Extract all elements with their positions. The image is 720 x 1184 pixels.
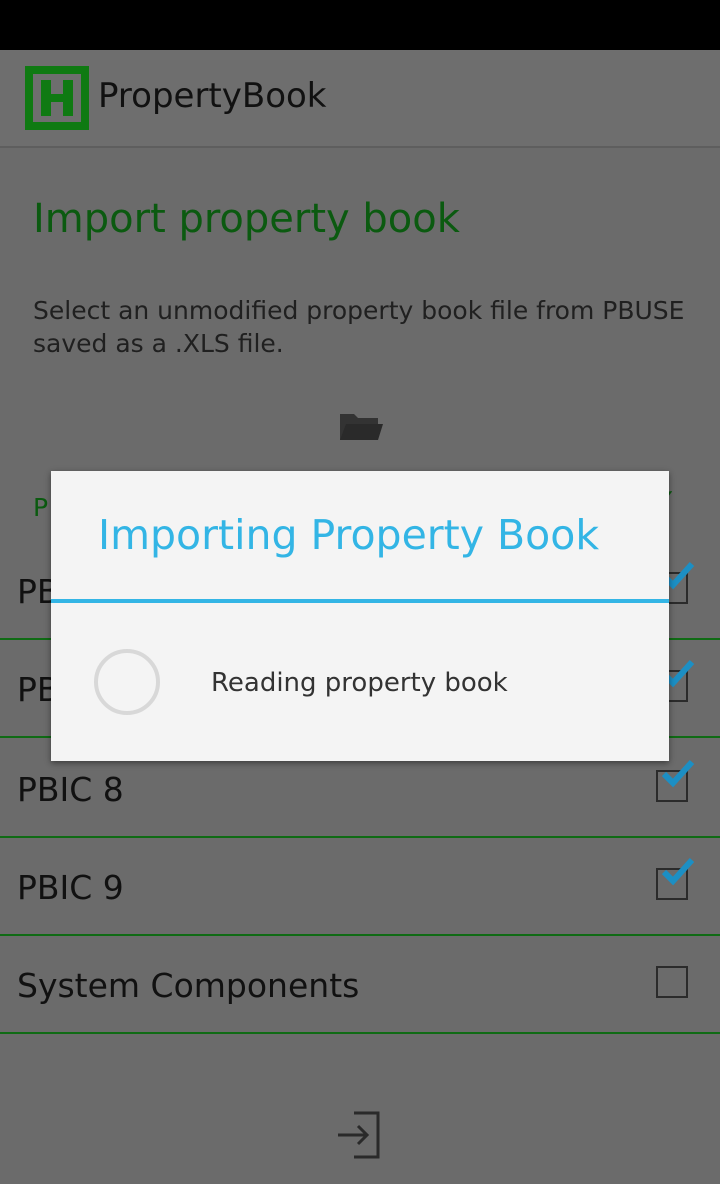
- dialog-divider: [51, 599, 669, 603]
- progress-dialog: Importing Property Book Reading property…: [51, 471, 669, 761]
- dialog-message: Reading property book: [211, 668, 508, 698]
- checkmark-icon: [661, 759, 695, 788]
- list-item[interactable]: PBIC 9: [0, 838, 720, 936]
- list-header: P: [33, 493, 49, 522]
- import-icon[interactable]: [334, 1110, 384, 1160]
- dialog-title: Importing Property Book: [98, 511, 600, 559]
- progress-spinner-icon: [94, 649, 160, 715]
- action-bar: PropertyBook: [0, 50, 720, 148]
- page-title: Import property book: [33, 196, 460, 242]
- list-item[interactable]: System Components: [0, 936, 720, 1034]
- status-bar: [0, 0, 720, 50]
- instructions-text: Select an unmodified property book file …: [33, 296, 685, 358]
- app-logo: [25, 66, 89, 130]
- app-title: PropertyBook: [98, 76, 327, 116]
- checkmark-icon: [661, 857, 695, 886]
- row-checkbox[interactable]: [656, 966, 688, 998]
- folder-open-icon[interactable]: [338, 408, 384, 444]
